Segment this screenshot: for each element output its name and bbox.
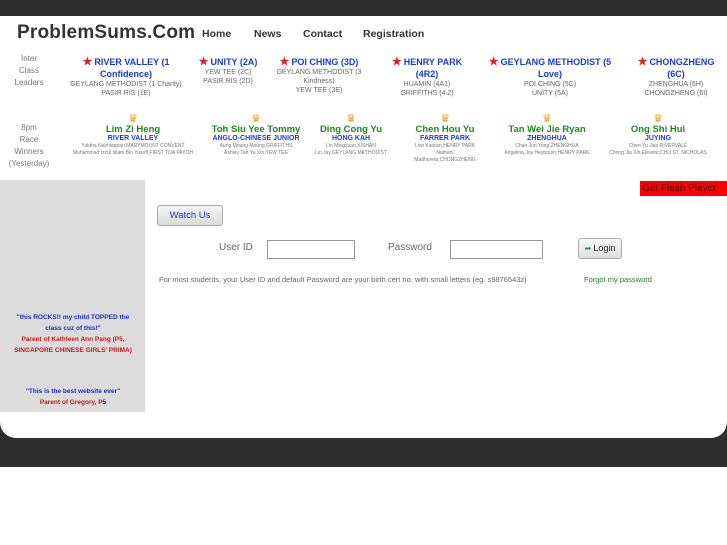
winner-p3: ♛ Ding Cong Yu HONG KAH Lin Mingxuan,XIS… — [315, 113, 387, 157]
leader-title: HENRY PARK (4R2) — [403, 57, 463, 79]
winner-school: ANGLO-CHINESE JUNIOR — [212, 135, 300, 142]
winner-name: Toh Siu Yee Tommy — [211, 124, 301, 135]
winner-p4: ♛ Chen Hou Yu FARRER PARK Low Kaixian,HE… — [408, 114, 482, 164]
winner-name: Tan Wei Jie Ryan — [508, 124, 586, 135]
forgot-password-link[interactable]: Forgot my password — [584, 275, 652, 284]
userid-input[interactable] — [267, 240, 355, 259]
userid-label: User ID — [219, 242, 253, 253]
leader-p2: ★ UNITY (2A) YEW TEE (2C) PASIR RIS (2D) — [198, 56, 258, 85]
login-arrow-icon: ➦ — [584, 244, 592, 253]
star-icon: ★ — [637, 56, 648, 68]
star-icon: ★ — [279, 56, 290, 68]
nav-home[interactable]: Home — [202, 28, 231, 40]
winner-p6: ♛ Ong Shi Hui JUYING Chen Yu Jiao,RIVERV… — [602, 114, 714, 157]
winner-school: JUYING — [644, 135, 672, 142]
winner-school: FARRER PARK — [419, 135, 471, 142]
site-logo[interactable]: ProblemSums.Com — [17, 22, 195, 44]
nav-news[interactable]: News — [254, 28, 281, 40]
testimonial: "this ROCKS!! my child TOPPED the class … — [14, 314, 132, 354]
nav-contact[interactable]: Contact — [303, 28, 342, 40]
star-icon: ★ — [391, 56, 402, 68]
leader-p3: ★ POI CHING (3D) GEYLANG METHODIST (3 Kin… — [276, 56, 362, 94]
nav-registration[interactable]: Registration — [363, 28, 424, 40]
winner-school: ZHENGHUA — [527, 135, 567, 142]
password-input[interactable] — [450, 240, 543, 259]
star-icon: ★ — [198, 56, 209, 68]
leader-p4: ★ HENRY PARK (4R2) HUAMIN (4A1) GRIFFITHS… — [391, 56, 463, 97]
winner-name: Lim Zi Heng — [105, 124, 161, 135]
star-icon: ★ — [488, 56, 499, 68]
winner-p2: ♛ Toh Siu Yee Tommy ANGLO-CHINESE JUNIOR… — [207, 114, 305, 157]
race-winners-label: 8pm Race Winners (Yesterday) — [8, 123, 50, 168]
winner-p1: ♛ Lim Zi Heng RIVER VALLEY Yuktha Nachia… — [68, 114, 198, 157]
leader-p5: ★ GEYLANG METHODIST (5 Love) POI CHING (5… — [488, 56, 612, 97]
leader-p6: ★ CHONGZHENG (6C) ZHENGHUA (6H) CHONGZHEN… — [637, 56, 715, 97]
login-button[interactable]: ➦ Login — [578, 238, 622, 259]
winner-p5: ♛ Tan Wei Jie Ryan ZHENGHUA Chan Jun Yon… — [494, 114, 600, 157]
watch-us-button[interactable]: Watch Us — [157, 205, 223, 226]
leader-title: GEYLANG METHODIST (5 Love) — [500, 57, 612, 79]
winner-name: Ding Cong Yu — [319, 124, 383, 135]
winner-name: Ong Shi Hui — [630, 124, 686, 135]
leader-title: RIVER VALLEY (1 Confidence) — [94, 57, 170, 79]
get-flash-player-link[interactable]: Get Flash Player — [640, 181, 727, 196]
winner-school: RIVER VALLEY — [107, 135, 159, 142]
leader-p1: ★ RIVER VALLEY (1 Confidence) GEYLANG MET… — [70, 56, 182, 97]
login-hint: For most students, your User ID and defa… — [159, 275, 527, 284]
testimonial-sidebar: "this ROCKS!! my child TOPPED the class … — [0, 180, 145, 412]
password-label: Password — [388, 242, 432, 253]
leader-title: UNITY (2A) — [210, 57, 258, 67]
inter-class-leaders-label: Inter Class Leaders — [14, 54, 44, 87]
testimonial: "This is the best website ever" Parent o… — [25, 388, 121, 406]
leader-title: POI CHING (3D) — [291, 57, 359, 67]
star-icon: ★ — [82, 56, 93, 68]
leader-title: CHONGZHENG (6C) — [649, 57, 715, 79]
winner-name: Chen Hou Yu — [415, 124, 475, 135]
winner-school: HONG KAH — [331, 135, 371, 142]
